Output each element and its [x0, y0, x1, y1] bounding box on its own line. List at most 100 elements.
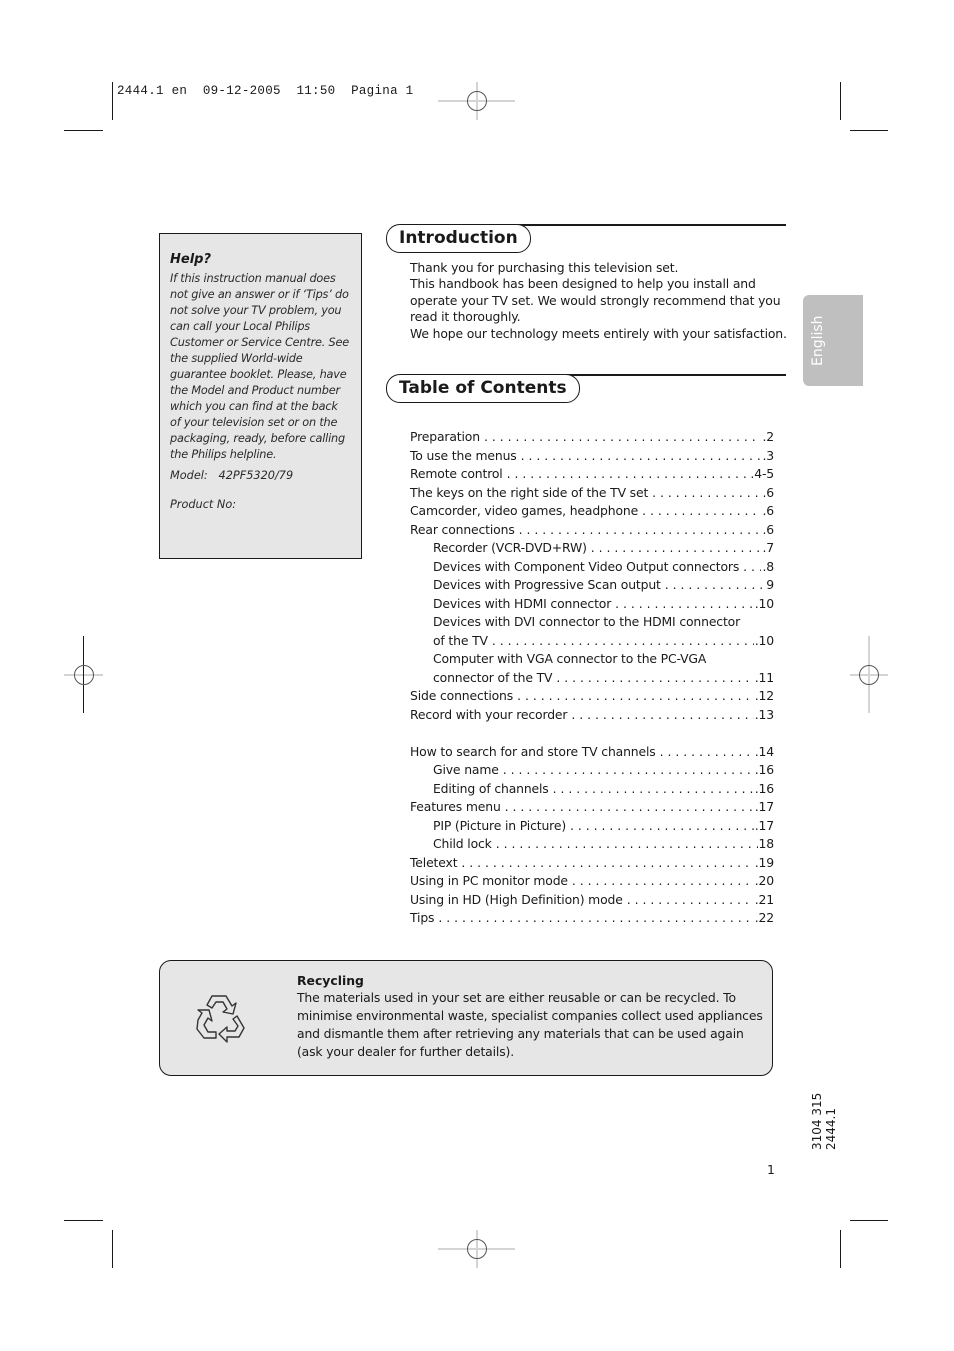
toc-entry[interactable]: Camcorder, video games, headphone .6: [410, 502, 774, 521]
toc-entry-page: .4-5: [750, 466, 774, 481]
toc-leader-dots: [572, 872, 754, 891]
crop-mark: [840, 82, 841, 120]
model-label: Model:: [170, 469, 208, 482]
toc-entry-title: of the TV: [433, 632, 488, 648]
toc-entry[interactable]: Teletext .19: [410, 854, 774, 873]
introduction-heading: Introduction: [386, 224, 531, 253]
toc-entry-title: Side connections: [410, 688, 514, 703]
introduction-text: Thank you for purchasing this television…: [410, 260, 790, 342]
toc-entry-title: The keys on the right side of the TV set: [410, 484, 649, 500]
intro-line: This handbook has been designed to help …: [410, 276, 781, 325]
toc-entry-page: .16: [754, 780, 774, 796]
toc-entry-title: Camcorder, video games, headphone: [410, 503, 639, 518]
toc-entry-page: .10: [754, 632, 774, 648]
toc-entry[interactable]: Side connections .12: [410, 687, 774, 706]
slug-date: 09-12-2005: [202, 84, 281, 98]
toc-entry-page: 18: [758, 836, 775, 851]
crop-mark: [112, 82, 113, 120]
toc-entry-title: Child lock: [433, 836, 492, 851]
toc-entry[interactable]: Child lock 18: [410, 835, 774, 854]
toc-entry-page: .6: [762, 521, 774, 537]
recycling-text: The materials used in your set are eithe…: [297, 990, 763, 1059]
toc-leader-dots: [556, 669, 753, 688]
slug-time: 11:50: [296, 84, 336, 98]
toc-entry-line: Devices with DVI connector to the HDMI c…: [410, 613, 774, 632]
toc-entry-title: Record with your recorder: [410, 706, 568, 722]
toc-entry-title: PIP (Picture in Picture): [433, 817, 566, 833]
toc-entry-title: Give name: [433, 762, 499, 777]
table-of-contents: Preparation .2 To use the menus .3 Remote co…: [410, 428, 774, 928]
toc-leader-dots: [492, 632, 754, 651]
toc-leader-dots: [665, 576, 766, 595]
toc-entry-page: .11: [754, 669, 774, 685]
toc-entry-title: Using in PC monitor mode: [410, 873, 568, 888]
toc-entry[interactable]: Rear connections .6: [410, 521, 774, 540]
toc-entry-page: .6: [762, 503, 774, 518]
toc-entry[interactable]: The keys on the right side of the TV set…: [410, 484, 774, 503]
toc-leader-dots: [461, 854, 753, 873]
toc-leader-dots: [521, 447, 762, 466]
toc-entry-title: Using in HD (High Definition) mode: [410, 891, 623, 907]
toc-leader-dots: [519, 521, 762, 540]
toc-entry[interactable]: Devices with Component Video Output conn…: [410, 558, 774, 577]
toc-entry[interactable]: Give name .16: [410, 761, 774, 780]
toc-entry-page: .3: [762, 447, 774, 463]
toc-entry-page: .10: [754, 595, 774, 611]
crop-mark: [840, 1230, 841, 1268]
toc-leader-dots: [484, 428, 762, 447]
toc-leader-dots: [496, 835, 758, 854]
toc-leader-dots: [660, 743, 754, 762]
toc-entry-title: Devices with Component Video Output conn…: [433, 558, 740, 574]
toc-entry-title: Preparation: [410, 429, 480, 444]
toc-leader-dots: [507, 465, 750, 484]
toc-entry[interactable]: How to search for and store TV channels.…: [410, 743, 774, 762]
toc-entry-title: Tips: [410, 910, 435, 925]
toc-entry-page: .21: [754, 891, 774, 907]
toc-entry[interactable]: Preparation .2: [410, 428, 774, 447]
toc-entry[interactable]: Editing of channels .16: [410, 780, 774, 799]
toc-entry[interactable]: Tips .22: [410, 909, 774, 928]
toc-leader-dots: [517, 687, 754, 706]
toc-entry[interactable]: Record with your recorder .13: [410, 706, 774, 725]
toc-entry[interactable]: Features menu .17: [410, 798, 774, 817]
intro-line: Thank you for purchasing this television…: [410, 260, 679, 275]
toc-entry-page: .16: [754, 762, 774, 777]
crop-mark: [850, 130, 888, 131]
toc-entry[interactable]: Using in PC monitor mode .20: [410, 872, 774, 891]
toc-entry-title: How to search for and store TV channels: [410, 743, 656, 759]
toc-entry[interactable]: PIP (Picture in Picture) .17: [410, 817, 774, 836]
toc-leader-dots: [652, 484, 761, 503]
toc-entry-page: .2: [762, 429, 774, 444]
help-title: Help?: [170, 252, 211, 267]
crop-mark: [64, 1220, 103, 1221]
toc-entry[interactable]: connector of the TV .11: [410, 669, 774, 688]
help-body: If this instruction manual does not give…: [170, 272, 350, 461]
toc-entry[interactable]: Remote control .4-5: [410, 465, 774, 484]
toc-leader-dots: [570, 817, 754, 836]
toc-entry[interactable]: Devices with HDMI connector .10: [410, 595, 774, 614]
toc-entry[interactable]: To use the menus .3: [410, 447, 774, 466]
toc-entry[interactable]: Devices with Progressive Scan output 9: [410, 576, 774, 595]
toc-entry-title: Devices with DVI connector to the HDMI c…: [433, 614, 741, 629]
toc-entry-page: .20: [754, 873, 774, 888]
toc-entry-page: .12: [754, 688, 774, 703]
toc-entry[interactable]: Using in HD (High Definition) mode .21: [410, 891, 774, 910]
toc-entry-title: To use the menus: [410, 447, 517, 463]
toc-leader-dots: [591, 539, 762, 558]
toc-entry-page: .7: [762, 540, 774, 555]
toc-leader-dots: [743, 558, 761, 577]
slug-file: 2444.1 en: [117, 84, 188, 98]
toc-entry-title: Recorder (VCR-DVD+RW): [433, 540, 587, 555]
crop-mark: [112, 1230, 113, 1268]
toc-leader-dots: [627, 891, 754, 910]
toc-entry-title: Teletext: [410, 854, 458, 870]
page-number: 1: [767, 1162, 775, 1177]
toc-entry-line: Computer with VGA connector to the PC-VG…: [410, 650, 774, 669]
toc-entry[interactable]: of the TV .10: [410, 632, 774, 651]
toc-leader-dots: [503, 761, 754, 780]
help-box: Help? If this instruction manual does no…: [159, 233, 362, 559]
toc-entry[interactable]: Recorder (VCR-DVD+RW) .7: [410, 539, 774, 558]
toc-entry-title: Devices with Progressive Scan output: [433, 577, 661, 592]
toc-entry-page: .22: [754, 910, 774, 925]
toc-entry-page: .17: [754, 799, 774, 814]
